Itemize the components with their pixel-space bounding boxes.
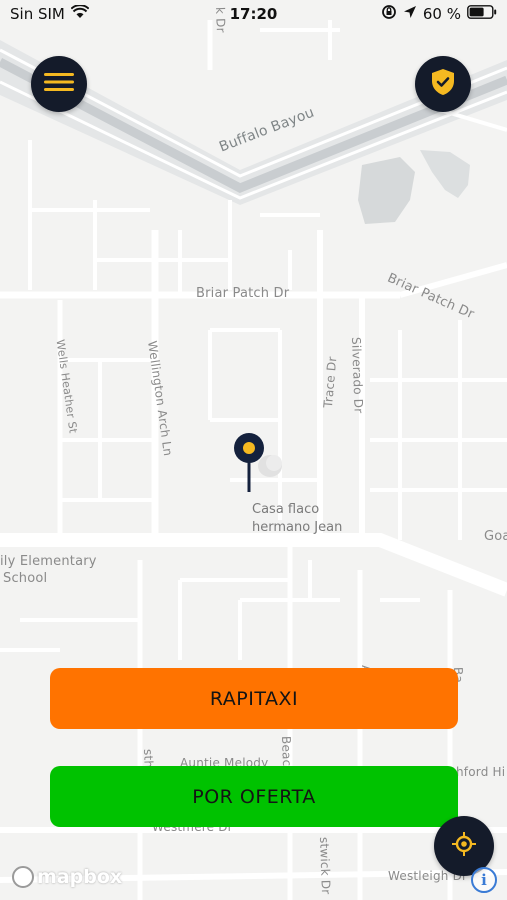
location-arrow-icon [403, 5, 417, 23]
por-oferta-button[interactable]: POR OFERTA [50, 766, 458, 827]
mapbox-wordmark: mapbox [37, 866, 123, 888]
street-label: Silverado Dr [349, 336, 366, 414]
place-name-line1: Casa flaco [252, 502, 320, 517]
mapbox-mark-icon [12, 866, 34, 888]
clock: 17:20 [229, 5, 278, 23]
rapitaxi-button[interactable]: RAPITAXI [50, 668, 458, 729]
battery-icon [467, 5, 497, 23]
carrier-label: Sin SIM [10, 5, 65, 23]
status-bar: Sin SIM 17:20 60 % [0, 0, 507, 28]
mapbox-logo[interactable]: mapbox [12, 866, 122, 888]
safety-button[interactable] [415, 56, 471, 112]
street-label: Beac [279, 735, 295, 767]
rotation-lock-icon [381, 4, 397, 24]
map-view[interactable]: Buffalo Bayou Briar Patch Dr Briar Patch… [0, 0, 507, 900]
menu-icon [44, 72, 74, 96]
street-label: stwick Dr [317, 836, 334, 895]
street-label: Goa [484, 529, 507, 544]
menu-button[interactable] [31, 56, 87, 112]
locate-icon [451, 831, 477, 861]
shield-check-icon [431, 68, 455, 100]
map-info-button[interactable]: i [471, 867, 497, 893]
poi-label: School [3, 571, 48, 586]
street-label: hford Hi [456, 765, 506, 779]
battery-percent: 60 % [422, 5, 461, 23]
wifi-icon [70, 4, 90, 23]
place-label: Casa flaco hermano Jean [252, 501, 342, 537]
poi-label: ily Elementary [0, 554, 97, 569]
place-name-line2: hermano Jean [252, 520, 343, 535]
street-label: Briar Patch Dr [196, 286, 290, 301]
